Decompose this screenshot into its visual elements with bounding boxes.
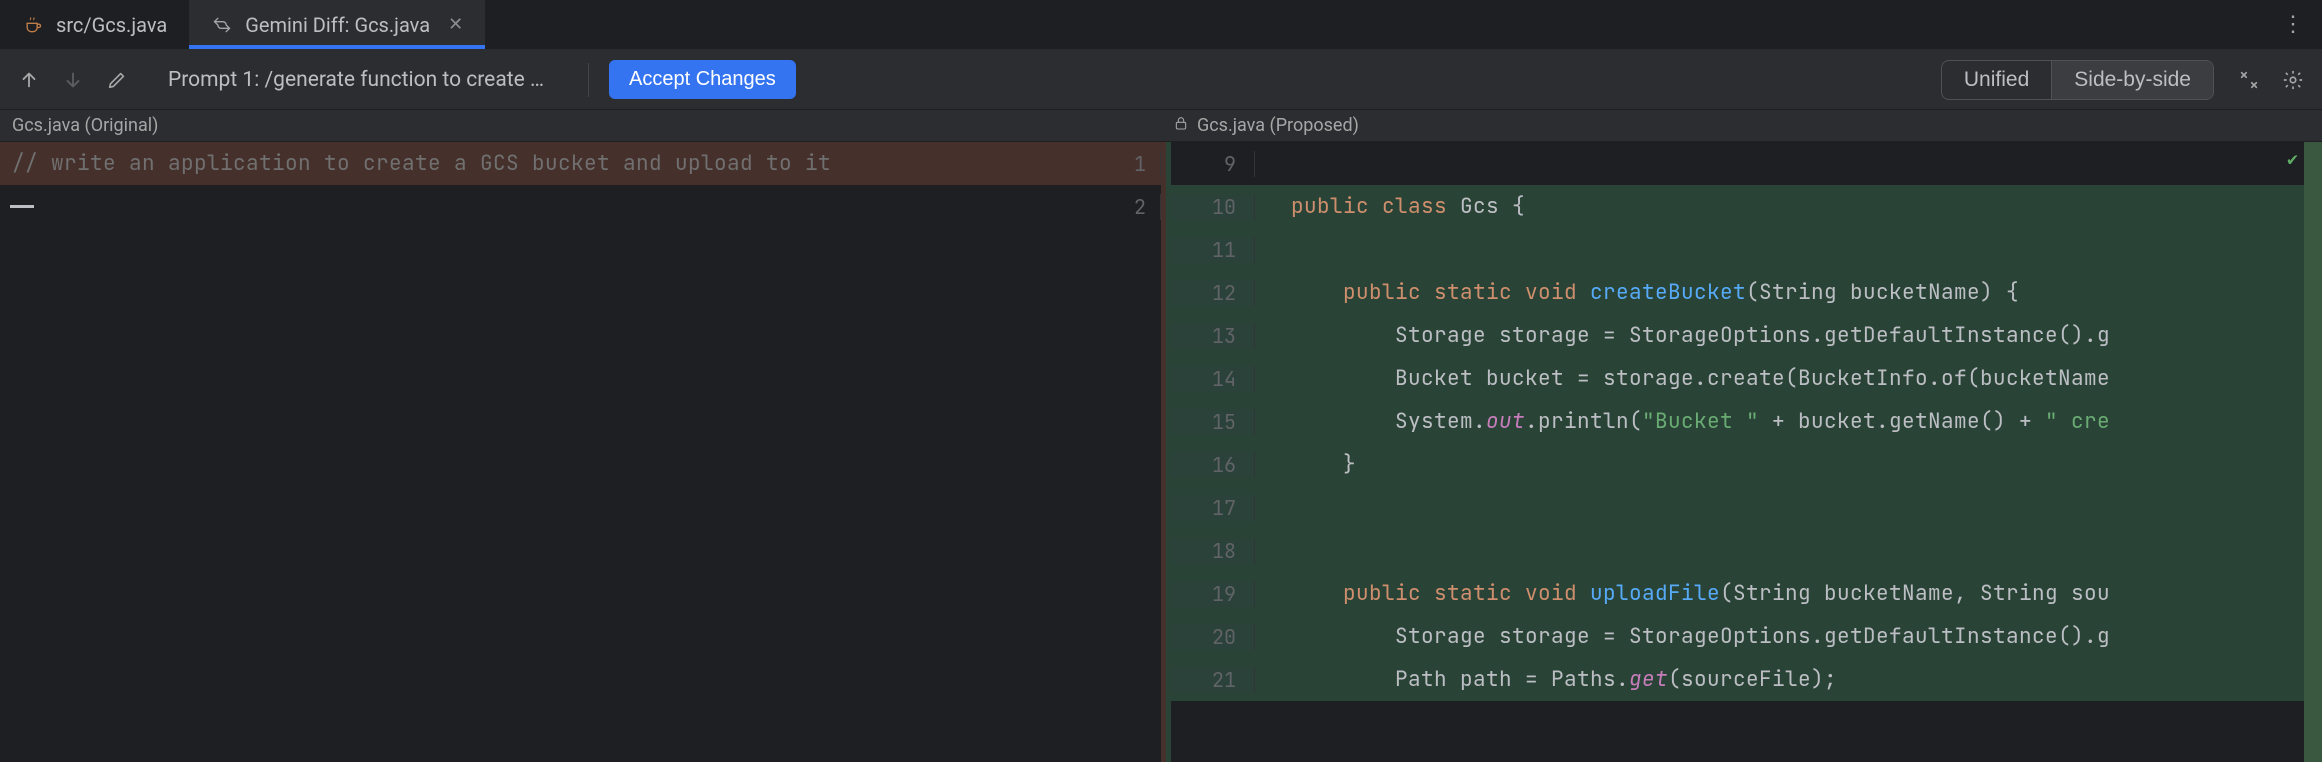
- gutter-line-number: 18: [1171, 538, 1255, 564]
- view-side-by-side-button[interactable]: Side-by-side: [2051, 61, 2213, 99]
- code-line[interactable]: 15 System.out.println("Bucket " + bucket…: [1171, 400, 2322, 443]
- code-line[interactable]: 12 public static void createBucket(Strin…: [1171, 271, 2322, 314]
- gutter-line-number: 20: [1171, 624, 1255, 650]
- gutter-line-number: 21: [1171, 667, 1255, 693]
- code-line[interactable]: 19 public static void uploadFile(String …: [1171, 572, 2322, 615]
- gutter-line-number: 1: [1101, 151, 1161, 177]
- close-icon[interactable]: ✕: [448, 14, 463, 35]
- gutter-line-number: 15: [1171, 409, 1255, 435]
- tab-label: src/Gcs.java: [56, 13, 167, 37]
- gear-icon[interactable]: [2278, 65, 2308, 95]
- check-icon: ✔: [2287, 148, 2298, 171]
- code-line[interactable]: 11: [1171, 228, 2322, 271]
- pane-divider[interactable]: [1161, 142, 1171, 762]
- gutter-line-number: 12: [1171, 280, 1255, 306]
- diff-icon: [211, 14, 233, 36]
- gutter-line-number: 14: [1171, 366, 1255, 392]
- gutter-line-number: 9: [1171, 151, 1255, 177]
- arrow-up-icon[interactable]: [14, 65, 44, 95]
- diff-body: ✔ // write an application to create a GC…: [0, 142, 2322, 762]
- code-line[interactable]: 9: [1171, 142, 2322, 185]
- gutter-line-number: 16: [1171, 452, 1255, 478]
- left-pane[interactable]: ✔ // write an application to create a GC…: [0, 142, 1161, 762]
- right-pane-header: Gcs.java (Proposed): [1161, 110, 2322, 141]
- diff-toolbar: Prompt 1: /generate function to create ……: [0, 50, 2322, 110]
- left-pane-title: Gcs.java (Original): [12, 115, 158, 136]
- code-line[interactable]: 20 Storage storage = StorageOptions.getD…: [1171, 615, 2322, 658]
- code-line[interactable]: 13 Storage storage = StorageOptions.getD…: [1171, 314, 2322, 357]
- gutter-line-number: 17: [1171, 495, 1255, 521]
- right-pane[interactable]: 9 10public class Gcs { 11 12 public static …: [1171, 142, 2322, 762]
- view-mode-segment: Unified Side-by-side: [1941, 60, 2214, 100]
- prompt-text: Prompt 1: /generate function to create …: [146, 68, 568, 92]
- code-line[interactable]: 2: [0, 185, 1161, 228]
- lock-icon: [1173, 115, 1189, 136]
- gutter-line-number: 13: [1171, 323, 1255, 349]
- scrollbar[interactable]: [2304, 142, 2322, 762]
- left-pane-header: Gcs.java (Original): [0, 110, 1161, 141]
- accept-changes-button[interactable]: Accept Changes: [609, 60, 796, 99]
- code-line[interactable]: 18: [1171, 529, 2322, 572]
- gutter-line-number: 19: [1171, 581, 1255, 607]
- code-line[interactable]: 16 }: [1171, 443, 2322, 486]
- gutter-line-number: 10: [1171, 194, 1255, 220]
- collapse-icon[interactable]: [2234, 65, 2264, 95]
- code-line[interactable]: 14 Bucket bucket = storage.create(Bucket…: [1171, 357, 2322, 400]
- code-line[interactable]: 21 Path path = Paths.get(sourceFile);: [1171, 658, 2322, 701]
- code-line[interactable]: // write an application to create a GCS …: [0, 142, 1161, 185]
- java-cup-icon: [22, 14, 44, 36]
- gutter-line-number: 2: [1101, 194, 1161, 220]
- pane-headers: Gcs.java (Original) Gcs.java (Proposed): [0, 110, 2322, 142]
- tab-gemini-diff[interactable]: Gemini Diff: Gcs.java ✕: [189, 0, 485, 49]
- gutter-line-number: 11: [1171, 237, 1255, 263]
- code-line[interactable]: 17: [1171, 486, 2322, 529]
- tab-label: Gemini Diff: Gcs.java: [245, 13, 430, 37]
- kebab-menu-icon[interactable]: ⋮: [2264, 12, 2322, 37]
- view-unified-button[interactable]: Unified: [1942, 61, 2051, 99]
- pencil-icon[interactable]: [102, 65, 132, 95]
- code-line[interactable]: 10public class Gcs {: [1171, 185, 2322, 228]
- tab-bar: src/Gcs.java Gemini Diff: Gcs.java ✕ ⋮: [0, 0, 2322, 50]
- right-pane-title: Gcs.java (Proposed): [1197, 115, 1359, 136]
- tab-src-gcs[interactable]: src/Gcs.java: [0, 0, 189, 49]
- separator: [588, 63, 589, 97]
- arrow-down-icon[interactable]: [58, 65, 88, 95]
